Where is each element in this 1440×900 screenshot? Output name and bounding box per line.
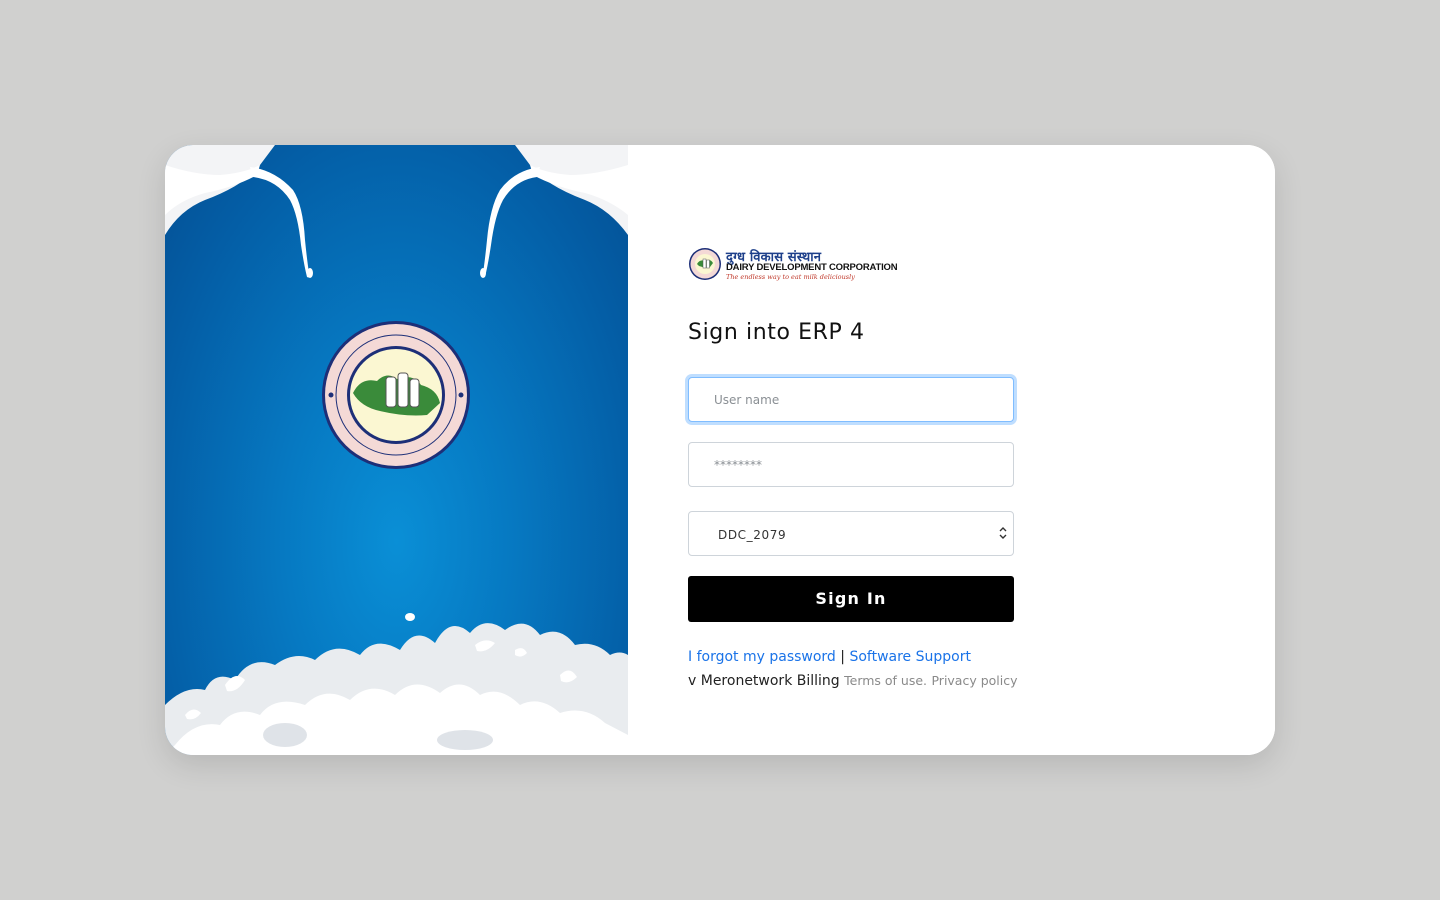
username-input[interactable] — [688, 377, 1014, 422]
footer: v Meronetwork Billing Terms of use. Priv… — [688, 673, 1018, 689]
software-support-link[interactable]: Software Support — [849, 649, 971, 665]
sign-in-button[interactable]: Sign In — [688, 576, 1014, 622]
emblem-small-icon — [689, 248, 721, 280]
forgot-password-link[interactable]: I forgot my password — [688, 649, 836, 665]
milk-splash — [165, 613, 628, 755]
privacy-link[interactable]: Privacy policy — [931, 673, 1017, 688]
chevron-updown-icon — [999, 527, 1007, 539]
version-text: v Meronetwork Billing — [688, 673, 840, 689]
hero-panel — [165, 145, 628, 755]
brand-name-english: DAIRY DEVELOPMENT CORPORATION — [726, 262, 898, 273]
help-links: I forgot my password | Software Support — [688, 649, 971, 665]
milk-pour-left — [165, 145, 313, 278]
link-separator: | — [840, 649, 845, 665]
database-select[interactable]: DDC_2079 — [688, 511, 1014, 556]
page-title: Sign into ERP 4 — [688, 320, 865, 345]
login-panel: दुग्ध विकास संस्थान DAIRY DEVELOPMENT CO… — [628, 145, 1275, 755]
password-input[interactable] — [688, 442, 1014, 487]
brand-tagline: The endless way to eat milk deliciously — [726, 273, 855, 281]
dairy-emblem — [322, 321, 470, 469]
milk-illustration — [165, 145, 628, 755]
terms-link[interactable]: Terms of use. — [844, 673, 927, 688]
brand-logo: दुग्ध विकास संस्थान DAIRY DEVELOPMENT CO… — [688, 247, 898, 283]
login-card: दुग्ध विकास संस्थान DAIRY DEVELOPMENT CO… — [165, 145, 1275, 755]
database-select-value: DDC_2079 — [718, 528, 787, 542]
milk-pour-right — [480, 145, 628, 278]
